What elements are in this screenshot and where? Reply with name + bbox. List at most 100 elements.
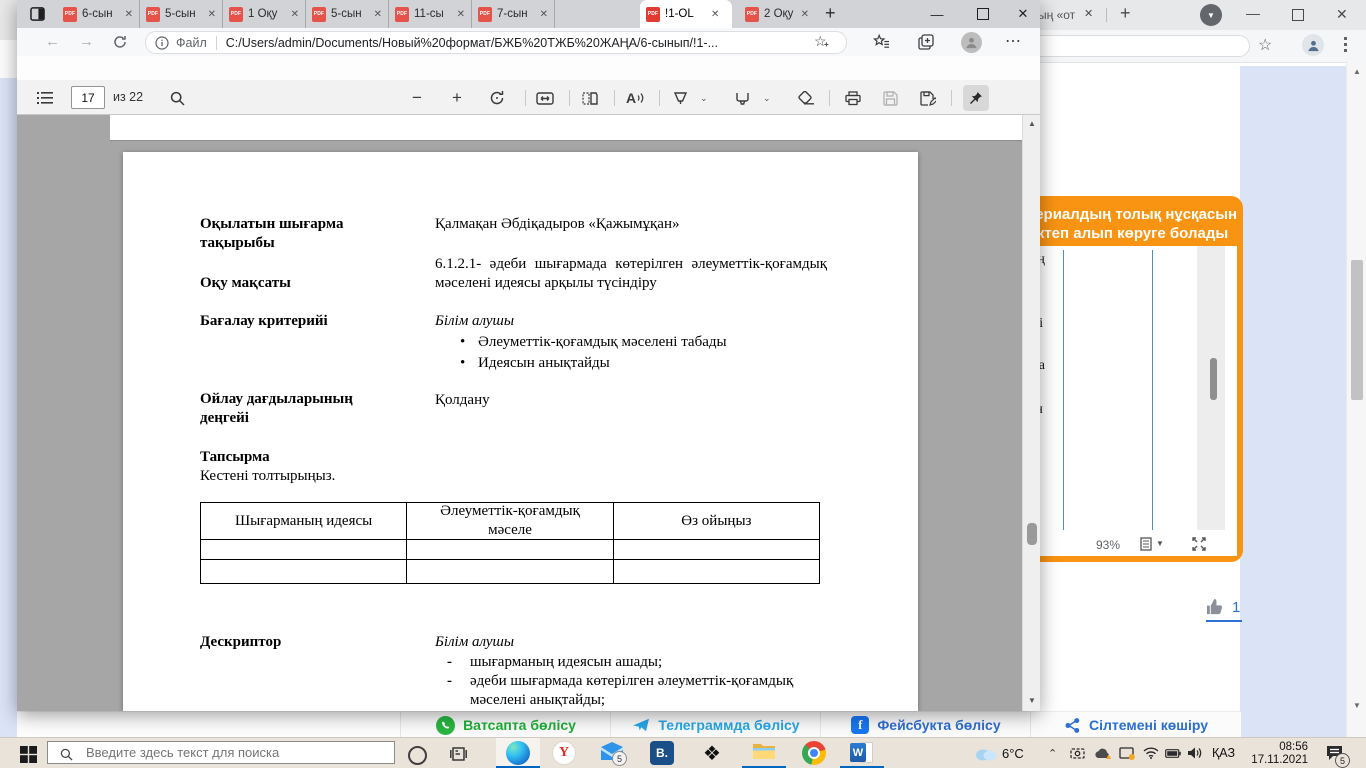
close-tab-icon[interactable]: ✕ bbox=[1084, 7, 1093, 20]
weather-icon[interactable] bbox=[975, 746, 997, 761]
info-icon[interactable] bbox=[155, 36, 169, 50]
browser-tab[interactable]: PDF 5-сын ✕ bbox=[306, 0, 389, 28]
share-facebook-button[interactable]: f Фейсбукта бөлісу bbox=[820, 712, 1031, 738]
chevron-down-icon[interactable]: ⌄ bbox=[763, 93, 771, 104]
favorites-icon[interactable] bbox=[873, 34, 890, 50]
refresh-icon[interactable] bbox=[113, 35, 127, 49]
browser-tab[interactable]: PDF 11-сы ✕ bbox=[389, 0, 472, 28]
highlighter-icon[interactable] bbox=[730, 86, 754, 110]
close-tab-icon[interactable]: ✕ bbox=[801, 9, 809, 20]
word-app-icon[interactable]: W bbox=[850, 741, 874, 765]
volume-tray-icon[interactable] bbox=[1187, 746, 1203, 760]
battery-tray-icon[interactable] bbox=[1165, 749, 1181, 758]
start-button[interactable] bbox=[20, 746, 37, 763]
minimize-icon[interactable]: — bbox=[1246, 5, 1260, 21]
wifi-tray-icon[interactable] bbox=[1143, 747, 1159, 759]
scroll-thumb[interactable] bbox=[1027, 523, 1037, 545]
page-layout-icon[interactable] bbox=[1140, 537, 1152, 551]
chevron-down-icon[interactable]: ▼ bbox=[1156, 539, 1164, 548]
close-tab-icon[interactable]: ✕ bbox=[291, 9, 299, 20]
fit-to-width-icon[interactable] bbox=[533, 86, 557, 110]
profile-avatar[interactable] bbox=[1302, 34, 1324, 56]
forward-icon[interactable]: → bbox=[79, 33, 94, 50]
new-tab-icon[interactable]: + bbox=[1120, 3, 1131, 24]
keyboard-language[interactable]: ҚАЗ bbox=[1212, 746, 1235, 760]
taskbar-search-input[interactable] bbox=[47, 741, 395, 764]
draw-pen-icon[interactable] bbox=[668, 86, 692, 110]
close-window-icon[interactable]: ✕ bbox=[1336, 6, 1348, 23]
yandex-browser-icon[interactable]: Y bbox=[552, 741, 576, 765]
browser-tab[interactable]: PDF 7-сын ✕ bbox=[472, 0, 555, 28]
back-icon[interactable]: ← bbox=[45, 33, 60, 50]
cortana-button[interactable] bbox=[408, 746, 427, 765]
tray-expand-icon[interactable]: ⌃ bbox=[1048, 747, 1057, 760]
chrome-icon[interactable] bbox=[802, 741, 826, 765]
chevron-down-icon[interactable]: ⌄ bbox=[700, 93, 708, 104]
browser-tab[interactable]: PDF 6-сын ✕ bbox=[57, 0, 140, 28]
search-icon[interactable] bbox=[165, 86, 189, 110]
browser-tab[interactable]: PDF 2 Оқу ✕ bbox=[739, 0, 815, 28]
minimize-icon[interactable]: — bbox=[914, 0, 960, 28]
display-cast-tray-icon[interactable] bbox=[1119, 747, 1135, 760]
add-favorite-icon[interactable]: ☆+ bbox=[814, 33, 827, 50]
tab-actions-icon[interactable] bbox=[29, 6, 46, 22]
like-button[interactable]: 1 bbox=[1206, 598, 1242, 616]
rotate-icon[interactable] bbox=[485, 86, 509, 110]
preview-scroll-thumb[interactable] bbox=[1210, 358, 1217, 400]
edge-app-icon[interactable] bbox=[506, 741, 530, 765]
pdf-scrollbar[interactable]: ▲ ▼ bbox=[1022, 115, 1040, 711]
close-tab-icon[interactable]: ✕ bbox=[457, 9, 465, 20]
close-tab-icon[interactable]: ✕ bbox=[540, 9, 548, 20]
zoom-out-icon[interactable]: − bbox=[405, 86, 429, 110]
background-tab-title[interactable]: ың «от bbox=[1038, 8, 1075, 22]
task-view-button[interactable] bbox=[450, 746, 467, 762]
mail-app-icon[interactable]: 5 bbox=[600, 741, 624, 765]
close-window-icon[interactable]: ✕ bbox=[1006, 0, 1040, 28]
scroll-thumb[interactable] bbox=[1351, 260, 1363, 400]
close-tab-icon[interactable]: ✕ bbox=[208, 9, 216, 20]
page-number-input[interactable] bbox=[71, 86, 105, 109]
table-of-contents-icon[interactable] bbox=[33, 86, 57, 110]
taskbar-clock[interactable]: 08:56 17.11.2021 bbox=[1246, 741, 1308, 767]
maximize-icon[interactable] bbox=[960, 0, 1006, 28]
scroll-up-icon[interactable]: ▲ bbox=[1028, 120, 1036, 128]
profile-avatar[interactable] bbox=[961, 32, 982, 53]
page-view-icon[interactable] bbox=[578, 86, 602, 110]
bookmark-star-icon[interactable]: ☆ bbox=[1258, 35, 1272, 55]
action-center-icon[interactable]: 5 bbox=[1326, 745, 1343, 760]
fullscreen-icon[interactable] bbox=[1192, 537, 1206, 551]
b-app-icon[interactable]: B. bbox=[650, 741, 674, 765]
scroll-down-icon[interactable]: ▼ bbox=[1028, 697, 1036, 705]
scroll-down-icon[interactable]: ▼ bbox=[1353, 702, 1361, 710]
pin-toolbar-button[interactable] bbox=[963, 85, 989, 111]
url-field[interactable]: Файл C:/Users/admin/Documents/Новый%20фо… bbox=[145, 31, 847, 54]
read-aloud-icon[interactable]: A bbox=[623, 86, 647, 110]
file-explorer-icon[interactable] bbox=[752, 741, 776, 765]
close-tab-icon[interactable]: ✕ bbox=[125, 9, 133, 20]
browser-menu-icon[interactable] bbox=[1344, 37, 1347, 52]
close-tab-icon[interactable]: ✕ bbox=[711, 9, 719, 20]
browser-tab[interactable]: PDF 1 Оқу ✕ bbox=[223, 0, 306, 28]
share-whatsapp-button[interactable]: Ватсапта бөлісу bbox=[400, 712, 611, 738]
onedrive-warning-tray-icon[interactable] bbox=[1094, 747, 1111, 760]
settings-menu-icon[interactable]: ⋯ bbox=[1005, 31, 1021, 51]
collections-icon[interactable] bbox=[918, 34, 934, 50]
downloads-button[interactable]: ▼ bbox=[1200, 4, 1222, 26]
close-tab-icon[interactable]: ✕ bbox=[374, 9, 382, 20]
print-icon[interactable] bbox=[841, 86, 865, 110]
browser-tab-active[interactable]: PDF !1-OL ✕ bbox=[640, 0, 732, 28]
dropbox-icon[interactable]: ❖ bbox=[700, 741, 724, 765]
weather-temp[interactable]: 6°C bbox=[1002, 746, 1024, 761]
background-url-field[interactable] bbox=[1020, 35, 1250, 57]
new-tab-icon[interactable]: + bbox=[825, 3, 836, 24]
browser-tab[interactable]: PDF 5-сын ✕ bbox=[140, 0, 223, 28]
page-scrollbar[interactable]: ▲ ▼ bbox=[1346, 62, 1366, 737]
erase-icon[interactable] bbox=[794, 86, 818, 110]
scroll-up-icon[interactable]: ▲ bbox=[1353, 68, 1361, 76]
share-telegram-button[interactable]: Телеграммда бөлісу bbox=[610, 712, 821, 738]
save-as-icon[interactable] bbox=[916, 86, 940, 110]
snip-tool-tray-icon[interactable] bbox=[1070, 747, 1085, 760]
zoom-in-icon[interactable]: + bbox=[445, 86, 469, 110]
restore-icon[interactable] bbox=[1292, 9, 1304, 21]
copy-link-button[interactable]: Сілтемені көшіру bbox=[1030, 712, 1241, 738]
